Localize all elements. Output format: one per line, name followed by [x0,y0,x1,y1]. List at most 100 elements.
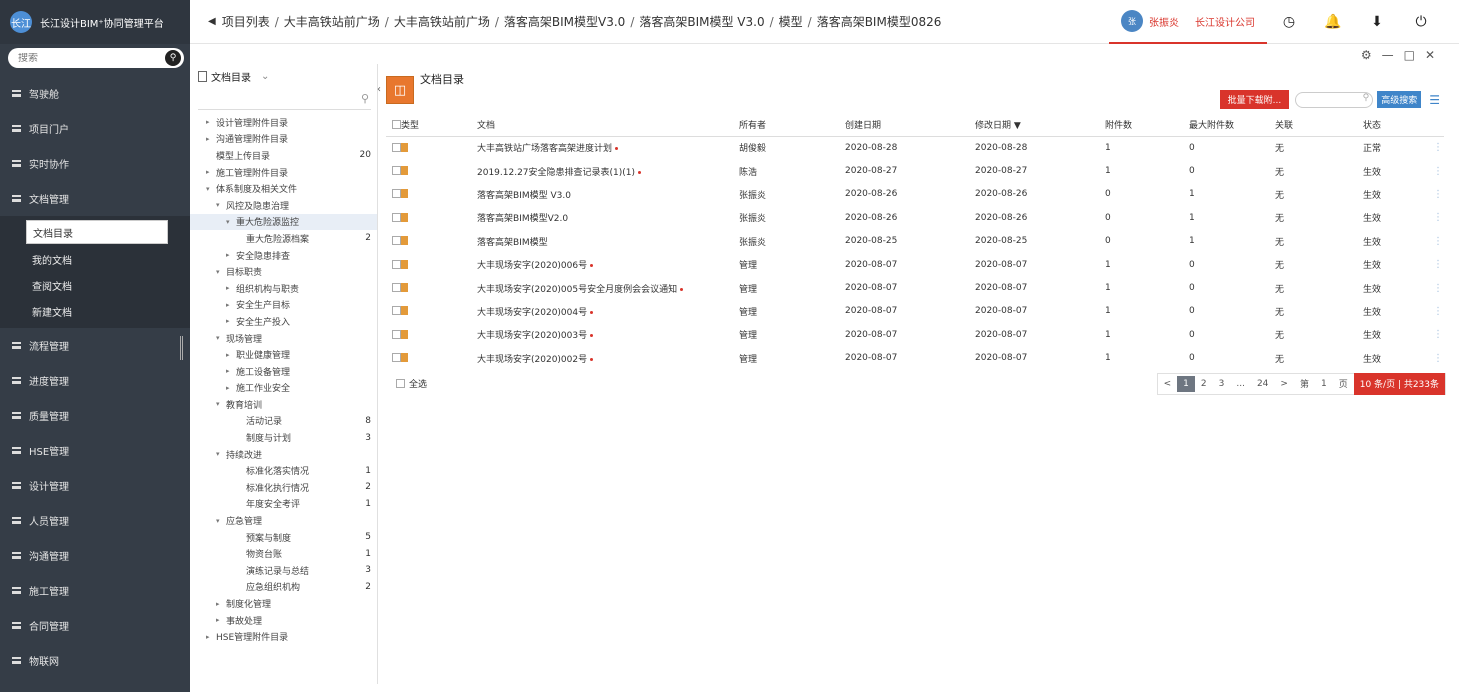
tree-node[interactable]: ▾ 教育培训 [190,396,377,413]
column-header[interactable]: 关联 [1275,114,1363,137]
document-name-link[interactable]: 大丰现场安字(2020)004号 [477,308,587,318]
column-header[interactable]: 类型 [401,114,477,137]
page-size-select[interactable]: 10 条/页 | 共233条 [1353,372,1445,395]
chevron-down-icon[interactable]: ▾ [216,517,226,525]
sidebar-item[interactable]: 流程管理 [0,328,190,363]
sidebar-subitem[interactable]: 查阅文档 [0,272,190,298]
tree-node[interactable]: ▾ 体系制度及相关文件 [190,180,377,197]
tree-node[interactable]: 演练记录与总结 3 [190,562,377,579]
cell-document[interactable]: 落客高架BIM模型V2.0 [477,206,739,229]
column-header[interactable]: 创建日期 [845,114,975,137]
sidebar-collapse-handle[interactable] [180,336,183,360]
more-options-icon[interactable]: ⋮ [1433,353,1443,364]
table-row[interactable]: 大丰现场安字(2020)005号安全月度例会会议通知 管理 2020-08-07 20… [386,276,1444,299]
next-page-button[interactable]: > [1274,379,1294,389]
goto-page-input[interactable]: 1 [1315,379,1333,389]
row-checkbox[interactable] [392,212,401,222]
tree-node[interactable]: ▸ 职业健康管理 [190,346,377,363]
prev-page-button[interactable]: < [1158,379,1178,389]
breadcrumb-item[interactable]: 落客高架BIM模型0826 [817,13,942,30]
tree-node[interactable]: 应急组织机构 2 [190,579,377,596]
tree-node[interactable]: 预案与制度 5 [190,529,377,546]
tree-node[interactable]: ▾ 风控及隐患治理 [190,197,377,214]
search-icon[interactable]: ⚲ [361,92,369,105]
advanced-search-button[interactable]: 高级搜索 [1377,91,1422,108]
chevron-right-icon[interactable]: ▸ [226,284,236,292]
document-name-link[interactable]: 2019.12.27安全隐患排查记录表(1)(1) [477,168,635,178]
sidebar-item[interactable]: 设计管理 [0,468,190,503]
sidebar-item[interactable]: HSE管理 [0,433,190,468]
table-row[interactable]: 大丰现场安字(2020)004号 管理 2020-08-07 2020-08-07 1 0… [386,300,1444,323]
more-options-icon[interactable]: ⋮ [1433,306,1443,317]
page-button[interactable]: 24 [1251,379,1274,389]
table-row[interactable]: 大丰高铁站广场落客高架进度计划 胡俊毅 2020-08-28 2020-08-28 1 0… [386,136,1444,159]
column-header[interactable]: 附件数 [1105,114,1189,137]
table-row[interactable]: 大丰现场安字(2020)003号 管理 2020-08-07 2020-08-07 1 0… [386,323,1444,346]
column-header[interactable]: 所有者 [739,114,845,137]
tree-node[interactable]: 重大危险源档案 2 [190,230,377,247]
sidebar-item[interactable]: 驾驶舱 [0,76,190,111]
table-search-input[interactable]: ⚲ [1295,91,1374,108]
tree-node[interactable]: 模型上传目录 20 [190,147,377,164]
cell-actions[interactable]: ⋮ [1433,136,1444,159]
avatar[interactable]: 张 [1121,10,1143,32]
tree-node[interactable]: ▸ 沟通管理附件目录 [190,131,377,148]
sidebar-item[interactable]: 沟通管理 [0,538,190,573]
tree-node[interactable]: ▾ 重大危险源监控 [190,213,377,231]
maximize-icon[interactable]: □ [1404,48,1415,62]
sidebar-item[interactable]: 项目门户 [0,111,190,146]
cell-document[interactable]: 大丰现场安字(2020)003号 [477,323,739,346]
row-checkbox[interactable] [392,142,401,152]
tree-node[interactable]: ▸ 施工作业安全 [190,380,377,397]
column-header[interactable]: 最大附件数 [1189,114,1275,137]
breadcrumb-item[interactable]: 大丰高铁站前广场 [284,13,380,30]
tree-node[interactable]: ▸ 事故处理 [190,612,377,629]
cell-document[interactable]: 落客高架BIM模型 [477,230,739,253]
document-name-link[interactable]: 大丰现场安字(2020)002号 [477,355,587,365]
tree-node[interactable]: ▾ 现场管理 [190,330,377,347]
row-select[interactable] [386,183,401,206]
sidebar-item[interactable]: 合同管理 [0,608,190,643]
cell-document[interactable]: 大丰现场安字(2020)005号安全月度例会会议通知 [477,276,739,299]
more-options-icon[interactable]: ⋮ [1433,166,1443,177]
chevron-down-icon[interactable]: ▾ [216,201,226,209]
tree-node[interactable]: 标准化执行情况 2 [190,479,377,496]
cell-actions[interactable]: ⋮ [1433,253,1444,276]
table-row[interactable]: 落客高架BIM模型 张振炎 2020-08-25 2020-08-25 0 1 无 生效 ⋮ [386,230,1444,253]
more-options-icon[interactable]: ⋮ [1433,212,1443,223]
more-options-icon[interactable]: ⋮ [1433,189,1443,200]
company-name[interactable]: 长江设计公司 [1195,14,1255,29]
cell-document[interactable]: 大丰现场安字(2020)002号 [477,347,739,370]
chevron-right-icon[interactable]: ▸ [206,633,216,641]
tree-header[interactable]: 文档目录 ⌄ [190,64,377,88]
sidebar-subitem[interactable]: 我的文档 [0,246,190,272]
tree-node[interactable]: ▸ HSE管理附件目录 [190,628,377,645]
document-name-link[interactable]: 大丰现场安字(2020)006号 [477,261,587,271]
download-icon[interactable]: ⬇ [1355,14,1399,30]
user-area[interactable]: 张 张振炎 长江设计公司 [1109,0,1267,44]
sidebar-item[interactable]: 文档管理 [0,181,190,216]
user-name[interactable]: 张振炎 [1149,14,1179,29]
sidebar-item[interactable]: 实时协作 [0,146,190,181]
chevron-down-icon[interactable]: ▾ [216,334,226,342]
cell-actions[interactable]: ⋮ [1433,323,1444,346]
bell-icon[interactable]: 🔔 [1311,14,1355,30]
cell-actions[interactable]: ⋮ [1433,230,1444,253]
search-icon[interactable]: ⚲ [165,50,181,66]
page-button[interactable]: ... [1230,379,1251,389]
cell-actions[interactable]: ⋮ [1433,300,1444,323]
row-checkbox[interactable] [392,329,401,339]
breadcrumb-item[interactable]: 落客高架BIM模型 V3.0 [639,13,764,30]
table-row[interactable]: 2019.12.27安全隐患排查记录表(1)(1) 陈浩 2020-08-27 202… [386,159,1444,182]
tree-node[interactable]: ▸ 施工管理附件目录 [190,164,377,181]
row-select[interactable] [386,159,401,182]
list-view-icon[interactable]: ☰ [1429,93,1440,107]
row-select[interactable] [386,347,401,370]
select-all-checkbox[interactable] [396,379,405,389]
more-options-icon[interactable]: ⋮ [1433,283,1443,294]
row-select[interactable] [386,276,401,299]
breadcrumb-item[interactable]: 大丰高铁站前广场 [394,13,490,30]
sidebar-subitem[interactable]: 文档目录 [26,220,168,244]
chevron-right-icon[interactable]: ▸ [206,118,216,126]
more-options-icon[interactable]: ⋮ [1433,142,1443,153]
